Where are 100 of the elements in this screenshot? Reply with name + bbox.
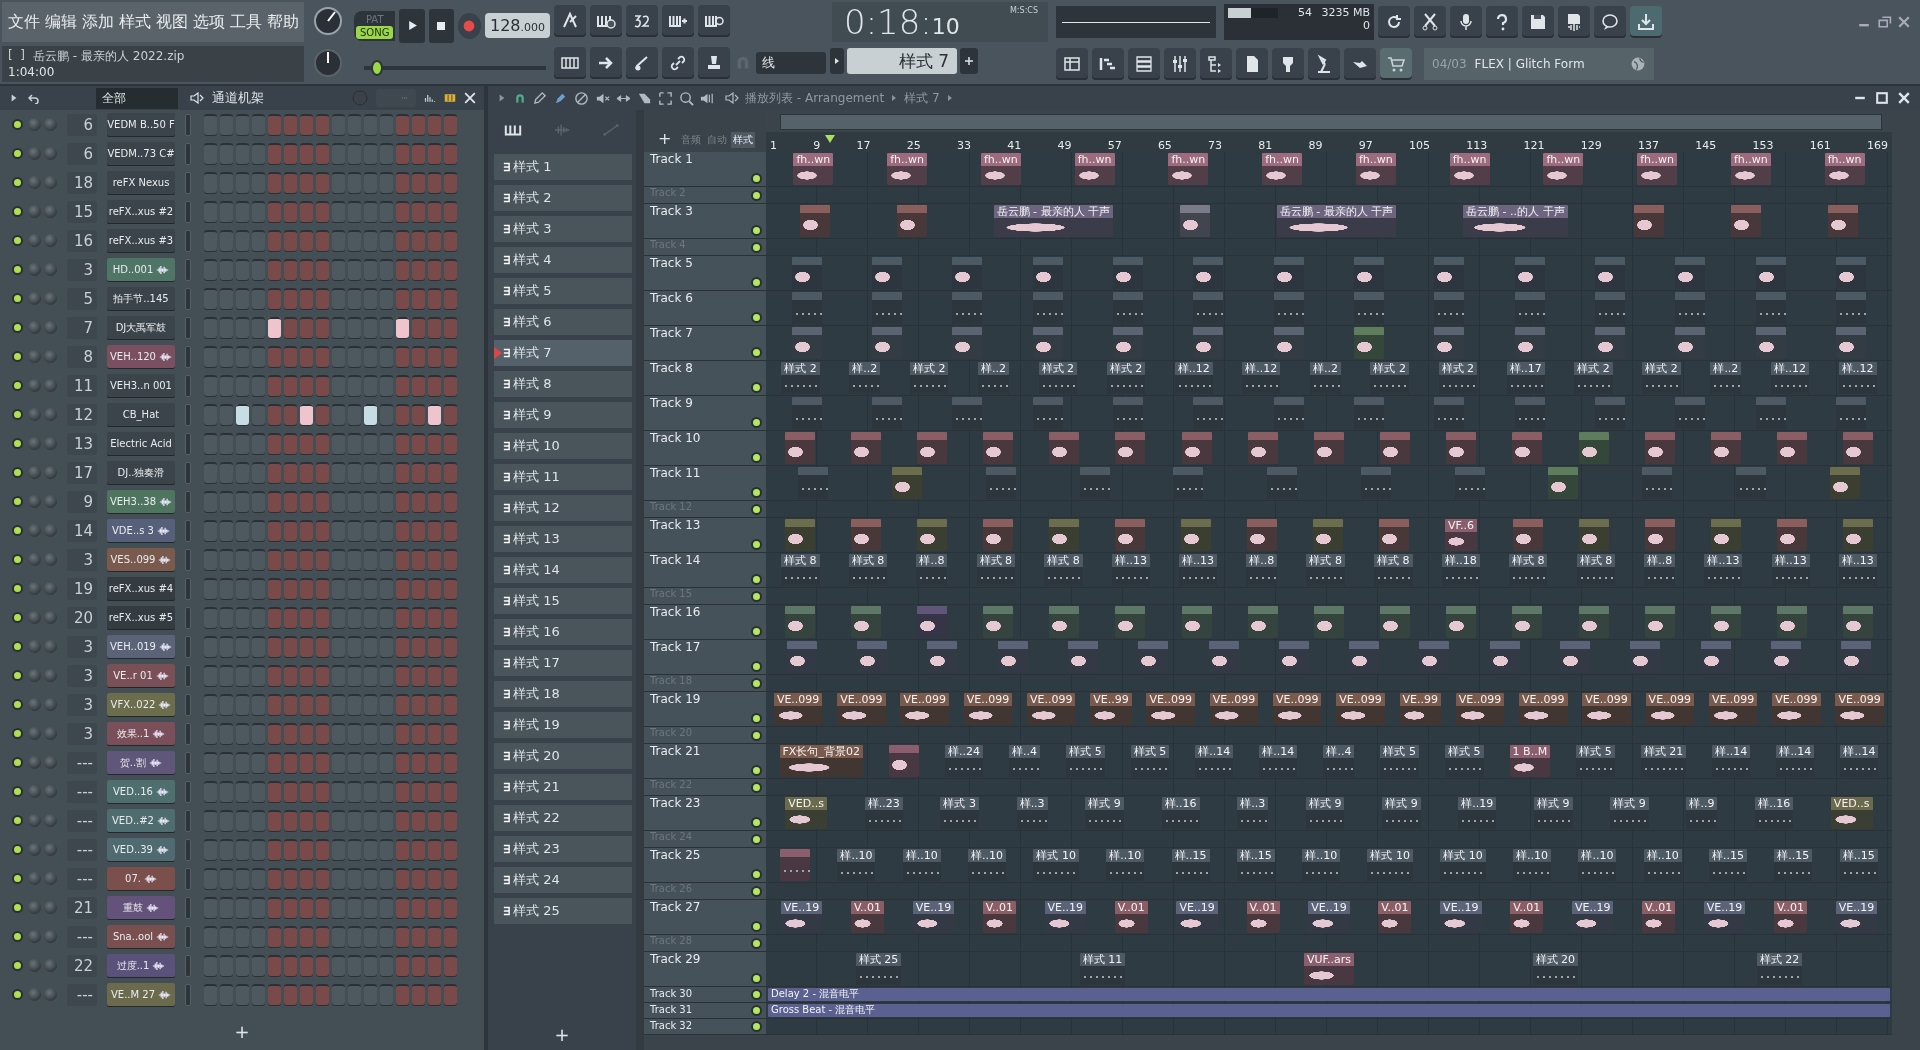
playlist-clip[interactable] bbox=[1642, 467, 1673, 499]
playlist-clip[interactable]: V..01 bbox=[1642, 901, 1676, 933]
playlist-clip[interactable]: 样..12 bbox=[1770, 362, 1809, 394]
channel-name-button[interactable]: VEDM..73 C# bbox=[107, 141, 175, 166]
track-led[interactable] bbox=[751, 417, 762, 428]
pattern-list-item[interactable]: 样式 9 bbox=[494, 402, 632, 428]
playlist-clip[interactable]: 样式 5 bbox=[1445, 745, 1484, 777]
playlist-clip[interactable] bbox=[1595, 397, 1626, 429]
playlist-clip[interactable] bbox=[1711, 432, 1741, 464]
playlist-clip[interactable]: 样式 25 bbox=[855, 953, 902, 985]
channel-mute-led[interactable] bbox=[12, 989, 23, 1000]
channel-select-bar[interactable] bbox=[185, 403, 191, 426]
track-led[interactable] bbox=[751, 312, 762, 323]
playlist-clip[interactable]: 样式 9 bbox=[1534, 797, 1573, 829]
playlist-clip[interactable] bbox=[952, 292, 983, 324]
playlist-clip[interactable] bbox=[1434, 292, 1465, 324]
snap-dropdown[interactable]: 线 bbox=[756, 52, 826, 74]
mixer-track-number[interactable]: 3 bbox=[67, 548, 97, 571]
playlist-clip[interactable]: fh..wn bbox=[1168, 153, 1209, 185]
playlist-clip[interactable]: 样..10 bbox=[902, 849, 941, 881]
playlist-clip[interactable] bbox=[1841, 641, 1872, 673]
track-header[interactable]: Track 32 bbox=[644, 1019, 766, 1034]
pan-knob[interactable] bbox=[28, 321, 41, 334]
playlist-clip[interactable] bbox=[1032, 292, 1063, 324]
playlist-clip[interactable]: 样式 5 bbox=[1576, 745, 1615, 777]
pattern-list-item[interactable]: 样式 10 bbox=[494, 433, 632, 459]
playlist-clip[interactable] bbox=[1193, 397, 1224, 429]
track-led[interactable] bbox=[751, 487, 762, 498]
playlist-clip[interactable]: 样式 8 bbox=[1306, 554, 1345, 586]
playlist-clip[interactable]: 样..15 bbox=[1709, 849, 1748, 881]
pan-knob[interactable] bbox=[28, 698, 41, 711]
playlist-clip[interactable]: fh..wn bbox=[1355, 153, 1396, 185]
pattern-list-item[interactable]: 样式 5 bbox=[494, 278, 632, 304]
mixer-track-number[interactable]: 19 bbox=[67, 577, 97, 600]
channel-select-bar[interactable] bbox=[185, 925, 191, 948]
playlist-clip[interactable]: V..01 bbox=[1510, 901, 1544, 933]
playlist-clip[interactable]: 样式 2 bbox=[1438, 362, 1478, 394]
playlist-clip[interactable] bbox=[784, 519, 815, 551]
channel-name-button[interactable]: VE..M 27 bbox=[107, 982, 175, 1007]
playlist-clip[interactable]: 样..8 bbox=[1644, 554, 1676, 586]
playlist-clip[interactable]: 样..4 bbox=[1009, 745, 1041, 777]
timeline-ruler[interactable]: 1 9 17 25 33 41 49 57 65 73 81 89 97 105 113 121 129 137 145 153 161 169 bbox=[766, 132, 1892, 152]
volume-knob[interactable] bbox=[44, 263, 57, 276]
globe-icon[interactable] bbox=[1630, 56, 1646, 72]
piano-roll-icon[interactable] bbox=[1092, 48, 1124, 80]
pattern-list-item[interactable]: 样式 22 bbox=[494, 805, 632, 831]
playlist-clip[interactable] bbox=[1514, 327, 1545, 359]
channel-name-button[interactable]: 重鼓 bbox=[107, 895, 175, 920]
playlist-clip[interactable] bbox=[1032, 327, 1063, 359]
playlist-clip[interactable]: V..01 bbox=[1378, 901, 1412, 933]
playlist-clip[interactable]: VE..099 bbox=[1026, 693, 1076, 725]
channel-mute-led[interactable] bbox=[12, 844, 23, 855]
volume-knob[interactable] bbox=[44, 698, 57, 711]
playlist-clip[interactable]: VE..099 bbox=[1582, 693, 1631, 725]
playlist-clip[interactable] bbox=[1273, 397, 1304, 429]
playlist-clip[interactable]: VE..19 bbox=[912, 901, 955, 933]
playlist-clip[interactable]: 样式 11 bbox=[1079, 953, 1126, 985]
playlist-clip[interactable]: 样式 8 bbox=[1576, 554, 1616, 586]
playlist-clip[interactable]: 样..18 bbox=[1441, 554, 1480, 586]
track-led[interactable] bbox=[751, 241, 762, 253]
playlist-clip[interactable] bbox=[1273, 327, 1304, 359]
channel-select-bar[interactable] bbox=[185, 983, 191, 1006]
playlist-clip[interactable]: VE..19 bbox=[1571, 901, 1614, 933]
channel-name-button[interactable]: 过度..1 bbox=[107, 953, 175, 978]
playlist-icon[interactable] bbox=[1056, 48, 1088, 80]
track-lane[interactable]: fh..wn fh..wn fh..wn fh..wn fh..wn fh..wn fh..wn fh..wn fh..wn fh..wn fh..wn fh..wn bbox=[766, 152, 1892, 186]
channel-mute-led[interactable] bbox=[12, 148, 23, 159]
volume-knob[interactable] bbox=[44, 582, 57, 595]
track-led[interactable] bbox=[751, 539, 762, 550]
track-led[interactable] bbox=[751, 452, 762, 463]
add-pattern-icon[interactable] bbox=[960, 48, 978, 74]
mixer-track-number[interactable]: 21 bbox=[67, 896, 97, 919]
playlist-clip[interactable] bbox=[1836, 327, 1867, 359]
pattern-list-item[interactable]: 样式 25 bbox=[494, 898, 632, 924]
mixer-icon[interactable] bbox=[1164, 48, 1196, 80]
playlist-clip[interactable]: fh..wn bbox=[793, 153, 834, 185]
playlist-clip[interactable] bbox=[1208, 641, 1239, 673]
playlist-clip[interactable] bbox=[1354, 327, 1385, 359]
pattern-list-item[interactable]: 样式 19 bbox=[494, 712, 632, 738]
cart-icon[interactable] bbox=[1380, 48, 1412, 80]
news-panel[interactable]: 04/03 FLEX | Glitch Form bbox=[1424, 48, 1654, 80]
mixer-track-number[interactable]: 16 bbox=[67, 229, 97, 252]
playlist-clip[interactable] bbox=[1113, 292, 1144, 324]
playlist-clip[interactable]: 样..8 bbox=[1246, 554, 1278, 586]
curve-icon[interactable] bbox=[602, 123, 621, 137]
track-header[interactable]: Track 11 bbox=[644, 466, 766, 500]
playlist-clip[interactable]: 岳云鹏 - 最亲的人 干声 bbox=[993, 205, 1114, 237]
magnet-icon[interactable] bbox=[514, 92, 526, 104]
arrow-right-icon[interactable] bbox=[590, 47, 622, 79]
pan-knob[interactable] bbox=[28, 118, 41, 131]
mixer-track-number[interactable]: 14 bbox=[67, 519, 97, 542]
playlist-clip[interactable] bbox=[1579, 519, 1610, 551]
track-led[interactable] bbox=[751, 661, 762, 672]
mixer-track-number[interactable]: 3 bbox=[67, 664, 97, 687]
track-header[interactable]: Track 6 bbox=[644, 291, 766, 325]
playlist-clip[interactable]: fh..wn bbox=[980, 153, 1021, 185]
channel-select-bar[interactable] bbox=[185, 838, 191, 861]
channel-select-bar[interactable] bbox=[185, 490, 191, 513]
volume-knob[interactable] bbox=[44, 959, 57, 972]
channel-name-button[interactable]: reFX..xus #3 bbox=[107, 228, 175, 253]
